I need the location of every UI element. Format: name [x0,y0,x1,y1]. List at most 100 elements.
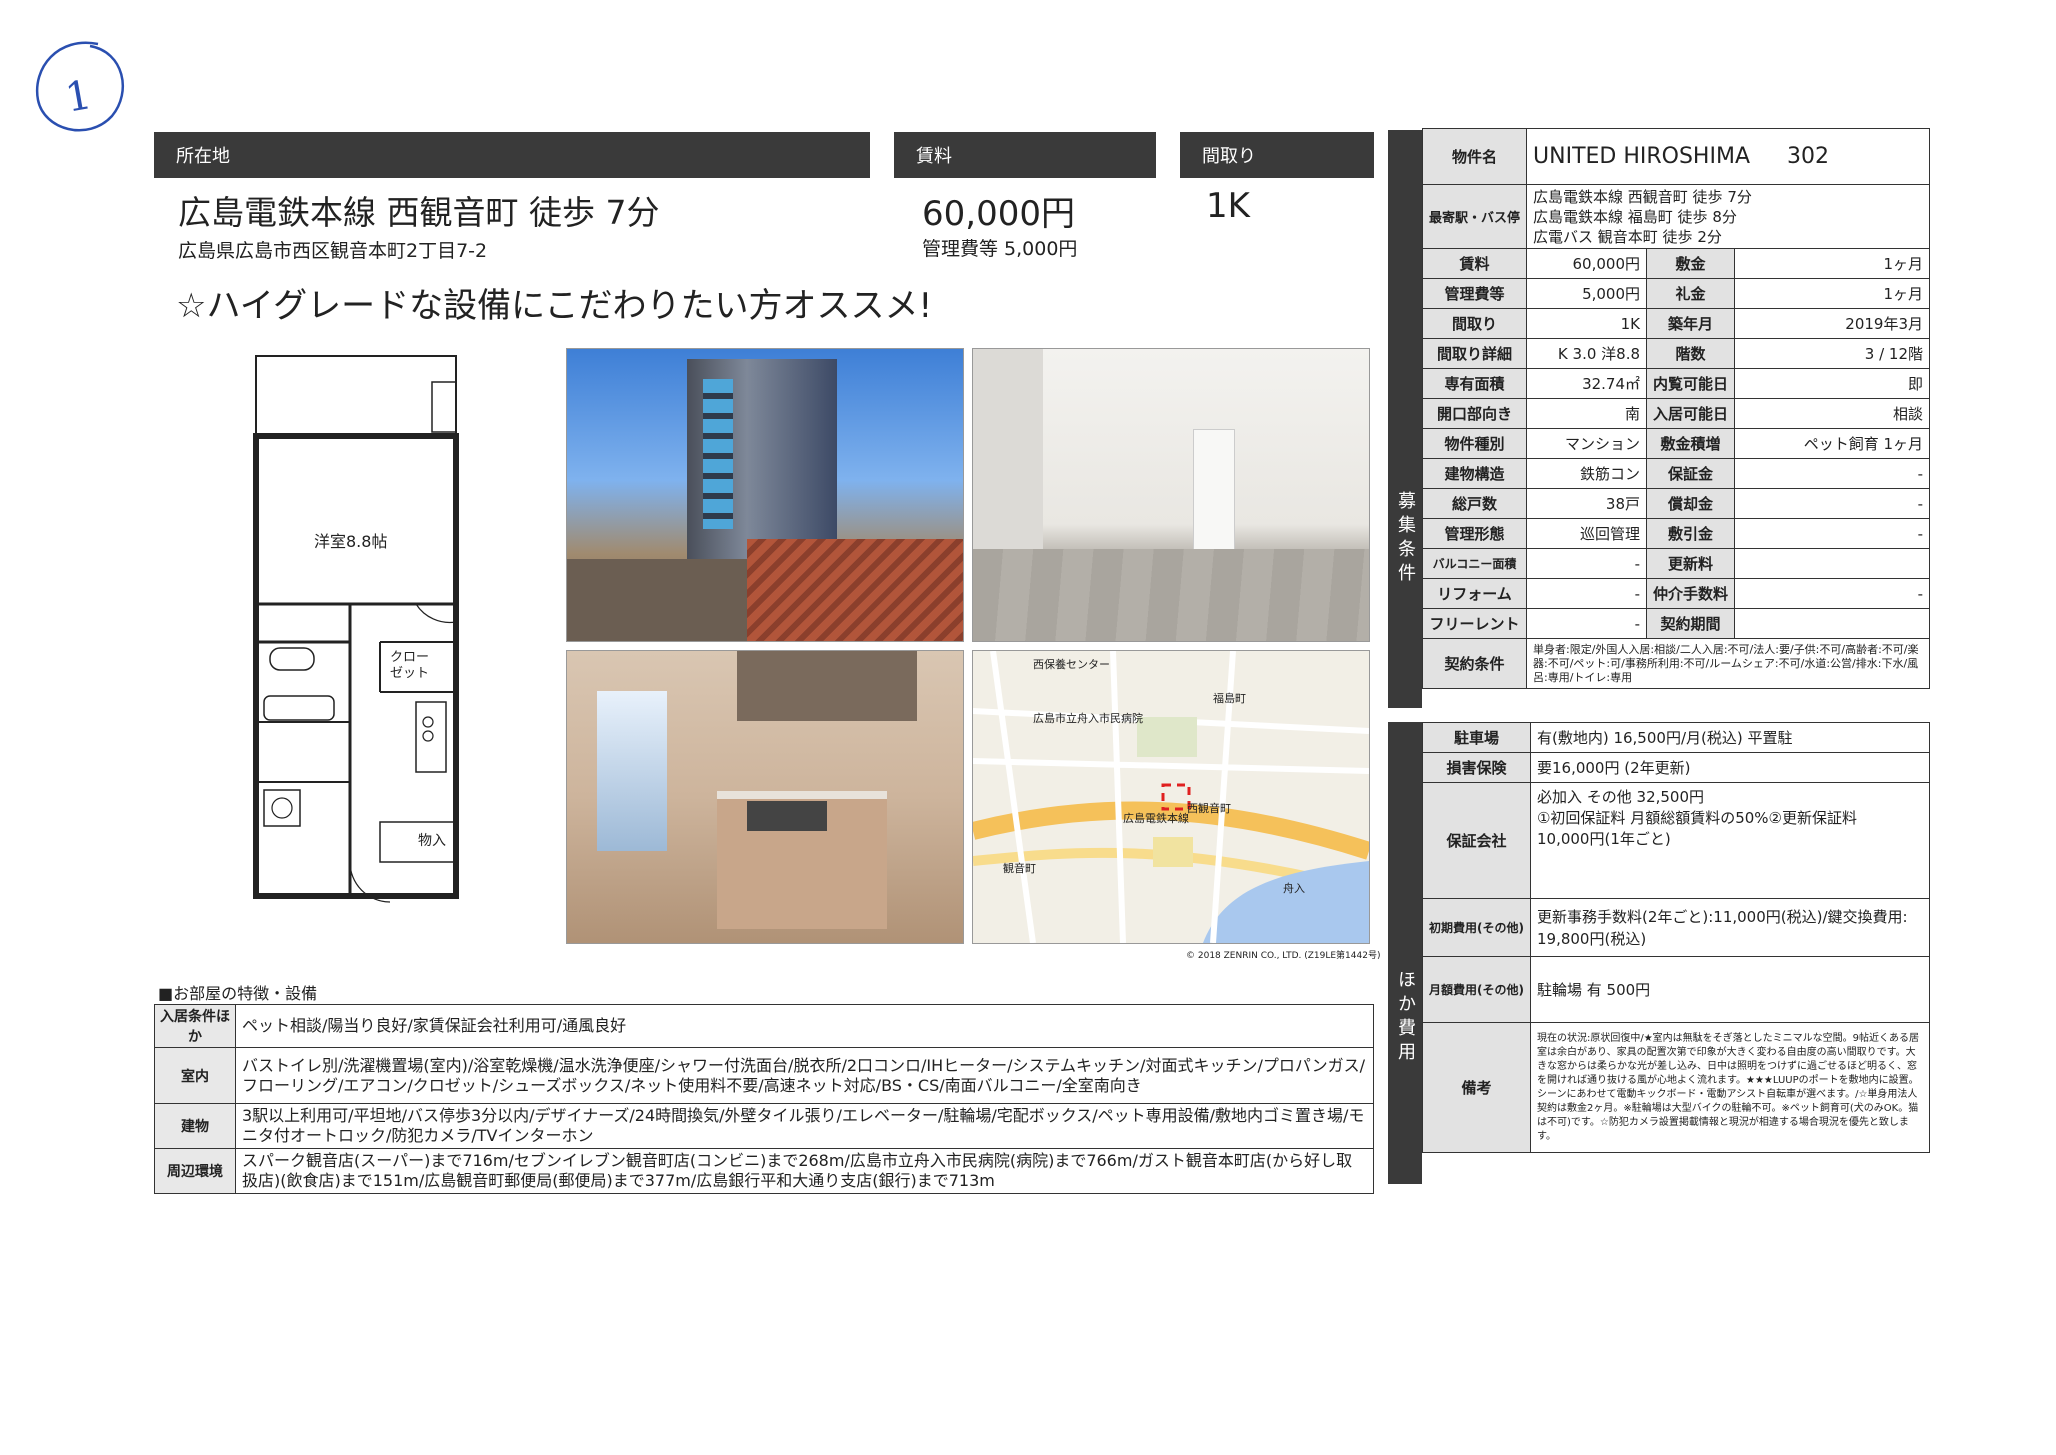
map-label-4: 観音町 [1003,862,1036,875]
map-credit: © 2018 ZENRIN CO., LTD. (Z19LE第1442号) [1186,951,1381,961]
table-row: 駐車場 有(敷地内) 16,500円/月(税込) 平置駐 [1422,722,1931,753]
table-row: 室内 バストイレ別/洗濯機置場(室内)/浴室乾燥機/温水洗浄便座/シャワー付洗面… [154,1047,1374,1104]
features-table: 入居条件ほか ペット相談/陽当り良好/家賃保証会社利用可/通風良好 室内 バスト… [154,1004,1374,1194]
station-line: 広電バス 観音本町 徒歩 2分 [1533,227,1722,246]
feature-label: 室内 [154,1047,236,1104]
map-label-5: 舟入 [1283,882,1305,895]
room-number: 302 [1787,144,1829,169]
other-costs-table: 駐車場 有(敷地内) 16,500円/月(税込) 平置駐 損害保険 要16,00… [1422,722,1931,1153]
cost-value: 要16,000円 (2年更新) [1529,752,1931,783]
location-header: 所在地 [154,132,870,178]
cell-label: 敷引金 [1646,518,1736,549]
table-row: 間取り 1K 築年月 2019年3月 [1421,308,1930,339]
cell-value: 1ヶ月 [1734,278,1930,309]
features-heading: ■お部屋の特徴・設備 [158,984,318,1003]
cell-value: - [1526,578,1648,609]
cell-label: 契約期間 [1646,608,1736,639]
cell-label: 賃料 [1421,248,1528,279]
cell-value: - [1526,548,1648,579]
cell-label: 仲介手数料 [1646,578,1736,609]
table-row: 備考 現在の状況:原状回復中/★室内は無駄をそぎ落としたミニマルな空間。9帖近く… [1422,1022,1931,1153]
cost-label: 初期費用(その他) [1422,898,1531,957]
cell-value: 32.74㎡ [1526,368,1648,399]
table-row: 専有面積 32.74㎡ 内覧可能日即 [1421,368,1930,399]
cost-label: 保証会社 [1422,782,1531,899]
table-row: 管理形態 巡回管理 敷引金 - [1421,518,1930,549]
circle-annotation-text: 1 [62,72,95,122]
cell-value: 2019年3月 [1734,308,1930,339]
map-label-2: 福島町 [1213,692,1246,705]
cell-label: 内覧可能日 [1646,368,1736,399]
cell-label: 敷金積増 [1646,428,1736,459]
cell-value [1734,608,1930,639]
cell-label: 建物構造 [1421,458,1528,489]
cell-label: 物件種別 [1421,428,1528,459]
closet-label: クロー ゼット [390,650,430,681]
building-exterior-photo [566,348,964,642]
cell-value: 鉄筋コン [1526,458,1648,489]
cost-label: 駐車場 [1422,722,1531,753]
cell-label: 開口部向き [1421,398,1528,429]
contract-conditions: 単身者:限定/外国人入居:相談/二人入居:不可/法人:要/子供:不可/高齢者:不… [1526,638,1930,689]
cell-label: リフォーム [1421,578,1528,609]
property-name: UNITED HIROSHIMA [1533,144,1750,169]
cell-label: 管理費等 [1421,278,1528,309]
feature-value: 3駅以上利用可/平坦地/バス停歩3分以内/デザイナーズ/24時間換気/外壁タイル… [235,1103,1374,1149]
cell-value: 3 / 12階 [1734,338,1930,369]
cell-value: 5,000円 [1526,278,1648,309]
cell-value: マンション [1526,428,1648,459]
cell-value: ペット飼育 1ヶ月 [1734,428,1930,459]
side-label-other-costs: ほか費用 [1388,722,1422,1184]
table-row: 初期費用(その他) 更新事務手数料(2年ごと):11,000円(税込)/鍵交換費… [1422,898,1931,957]
station-line: 広島電鉄本線 西観音町 徒歩 7分 [1533,187,1752,206]
cell-label: 間取り [1421,308,1528,339]
feature-value: ペット相談/陽当り良好/家賃保証会社利用可/通風良好 [235,1004,1374,1048]
property-name-label: 物件名 [1421,128,1528,185]
cell-label: 間取り詳細 [1421,338,1528,369]
cell-value: K 3.0 洋8.8 [1526,338,1648,369]
cell-value: - [1734,518,1930,549]
cost-value: 有(敷地内) 16,500円/月(税込) 平置駐 [1529,722,1931,753]
table-row: バルコニー面積 - 更新料 [1421,548,1930,579]
room-label: 洋室8.8帖 [314,532,388,551]
table-row: 周辺環境 スパーク観音店(スーパー)まで716m/セブンイレブン観音町店(コンビ… [154,1148,1374,1194]
cost-value: 現在の状況:原状回復中/★室内は無駄をそぎ落としたミニマルな空間。9帖近くある居… [1529,1022,1931,1153]
cell-value: 1ヶ月 [1734,248,1930,279]
table-row: 管理費等 5,000円 礼金 1ヶ月 [1421,278,1930,309]
table-row: 損害保険 要16,000円 (2年更新) [1422,752,1931,783]
cell-label: フリーレント [1421,608,1528,639]
cell-value: 1K [1526,308,1648,339]
cell-value: 南 [1526,398,1648,429]
map-label-1: 広島電鉄本線 [1123,812,1189,825]
table-row: 保証会社 必加入 その他 32,500円 ①初回保証料 月額総額賃料の50%②更… [1422,782,1931,899]
table-row: フリーレント - 契約期間 [1421,608,1930,639]
address-text: 広島県広島市西区観音本町2丁目7-2 [178,240,488,262]
table-row: 賃料 60,000円 敷金 1ヶ月 [1421,248,1930,279]
cost-value: 必加入 その他 32,500円 ①初回保証料 月額総額賃料の50%②更新保証料 … [1529,782,1931,899]
feature-label: 建物 [154,1103,236,1149]
cell-label: 入居可能日 [1646,398,1736,429]
cell-label: 専有面積 [1421,368,1528,399]
management-fee: 管理費等 5,000円 [922,238,1078,260]
storage-label: 物入 [418,833,446,849]
cell-value: 即 [1734,368,1930,399]
cell-label: 管理形態 [1421,518,1528,549]
cell-value: - [1734,578,1930,609]
cell-value: 巡回管理 [1526,518,1648,549]
table-row: 建物構造 鉄筋コン 保証金 - [1421,458,1930,489]
cell-label: バルコニー面積 [1421,548,1528,579]
feature-value: バストイレ別/洗濯機置場(室内)/浴室乾燥機/温水洗浄便座/シャワー付洗面台/脱… [235,1047,1374,1104]
station-label: 最寄駅・バス停 [1421,184,1528,249]
room-interior-photo [972,348,1370,642]
cost-value: 更新事務手数料(2年ごと):11,000円(税込)/鍵交換費用: 19,800円… [1529,898,1931,957]
table-row: 総戸数 38戸 償却金 - [1421,488,1930,519]
station-line: 広島電鉄本線 福島町 徒歩 8分 [1533,207,1737,226]
cell-value: - [1526,608,1648,639]
cell-value: 60,000円 [1526,248,1648,279]
map-label-6: 広島市立舟入市民病院 [1033,712,1143,725]
catch-copy: ☆ハイグレードな設備にこだわりたい方オススメ! [176,286,933,326]
cell-label: 敷金 [1646,248,1736,279]
cell-label: 更新料 [1646,548,1736,579]
cell-value: 相談 [1734,398,1930,429]
cell-label: 償却金 [1646,488,1736,519]
